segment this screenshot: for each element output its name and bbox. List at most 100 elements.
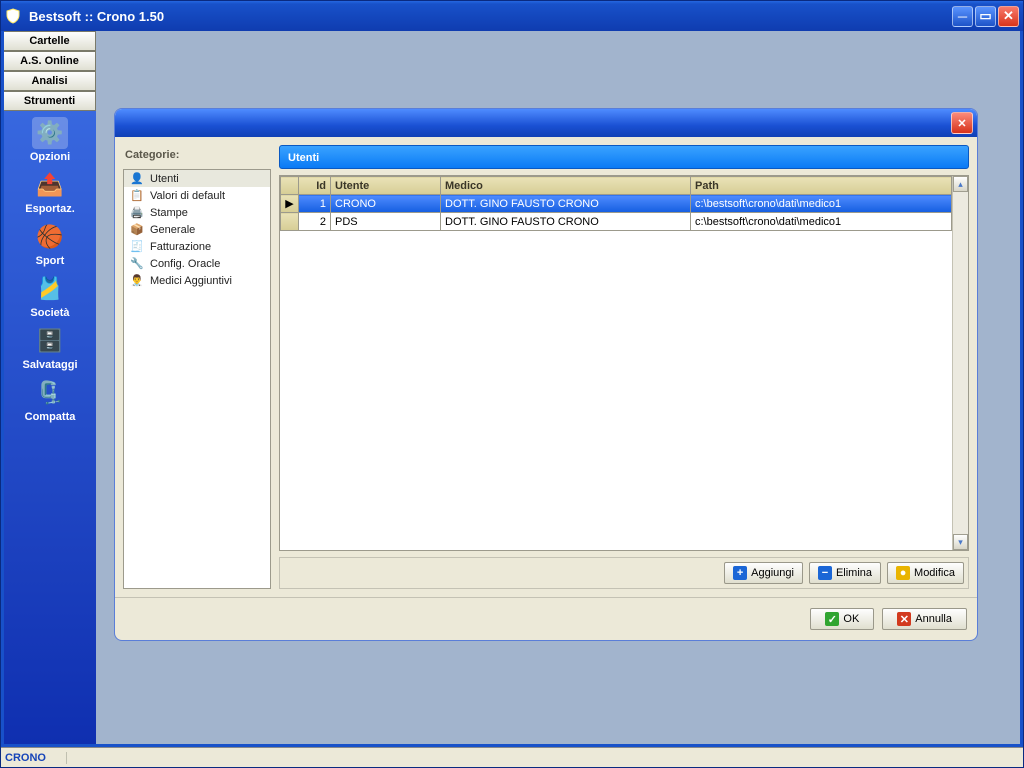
- salvataggi-icon: 🗄️: [32, 325, 68, 357]
- cell-path: c:\bestsoft\crono\dati\medico1: [691, 213, 952, 231]
- dialog-close-button[interactable]: ✕: [951, 112, 973, 134]
- sidebar-tab-analisi[interactable]: Analisi: [4, 71, 96, 91]
- esportaz--icon: 📤: [32, 169, 68, 201]
- sidebar-tool-label: Opzioni: [10, 151, 90, 163]
- category-label: Stampe: [150, 207, 188, 219]
- delete-button-label: Elimina: [836, 567, 872, 579]
- cell-medico: DOTT. GINO FAUSTO CRONO: [441, 195, 691, 213]
- grid-header-utente[interactable]: Utente: [331, 177, 441, 195]
- sidebar-tool-esportaz-[interactable]: 📤 Esportaz.: [10, 169, 90, 215]
- grid-header-path[interactable]: Path: [691, 177, 952, 195]
- sidebar-tool-label: Esportaz.: [10, 203, 90, 215]
- titlebar[interactable]: Bestsoft :: Crono 1.50 ─ ▭ ✕: [1, 1, 1023, 31]
- cross-icon: ✕: [897, 612, 911, 626]
- sidebar: CartelleA.S. OnlineAnalisiStrumenti ⚙️ Op…: [4, 31, 96, 744]
- pencil-icon: ●: [896, 566, 910, 580]
- minus-icon: −: [818, 566, 832, 580]
- grid-actions: + Aggiungi − Elimina ● Modifica: [279, 557, 969, 589]
- app-window: Bestsoft :: Crono 1.50 ─ ▭ ✕ CartelleA.S…: [0, 0, 1024, 768]
- category-item-medici-aggiuntivi[interactable]: 👨‍⚕️ Medici Aggiuntivi: [124, 272, 270, 289]
- sidebar-tool-sport[interactable]: 🏀 Sport: [10, 221, 90, 267]
- sidebar-tool-salvataggi[interactable]: 🗄️ Salvataggi: [10, 325, 90, 371]
- grid-header-medico[interactable]: Medico: [441, 177, 691, 195]
- cancel-button[interactable]: ✕ Annulla: [882, 608, 967, 630]
- grid-header-id[interactable]: Id: [299, 177, 331, 195]
- close-button[interactable]: ✕: [998, 6, 1019, 27]
- societ--icon: 🎽: [32, 273, 68, 305]
- category-icon: 👤: [130, 172, 144, 185]
- category-label: Config. Oracle: [150, 258, 220, 270]
- row-marker: [281, 213, 299, 231]
- ok-button-label: OK: [843, 613, 859, 625]
- categories-panel: Categorie: 👤 Utenti 📋 Valori di default 🖨️ St…: [123, 145, 271, 589]
- compatta-icon: 🗜️: [32, 377, 68, 409]
- sidebar-tool-label: Società: [10, 307, 90, 319]
- category-item-config-oracle[interactable]: 🔧 Config. Oracle: [124, 255, 270, 272]
- sidebar-tool-label: Sport: [10, 255, 90, 267]
- scroll-up-button[interactable]: ▴: [953, 176, 968, 192]
- statusbar: CRONO: [1, 747, 1023, 767]
- cell-path: c:\bestsoft\crono\dati\medico1: [691, 195, 952, 213]
- cell-id: 2: [299, 213, 331, 231]
- dialog-titlebar[interactable]: ✕: [115, 109, 977, 137]
- grid-scrollbar[interactable]: ▴ ▾: [952, 176, 968, 550]
- add-button[interactable]: + Aggiungi: [724, 562, 803, 584]
- check-icon: ✓: [825, 612, 839, 626]
- minimize-button[interactable]: ─: [952, 6, 973, 27]
- app-icon: [5, 8, 21, 24]
- category-item-fatturazione[interactable]: 🧾 Fatturazione: [124, 238, 270, 255]
- opzioni-icon: ⚙️: [32, 117, 68, 149]
- category-icon: 🧾: [130, 240, 144, 253]
- category-item-stampe[interactable]: 🖨️ Stampe: [124, 204, 270, 221]
- edit-button-label: Modifica: [914, 567, 955, 579]
- sidebar-tool-compatta[interactable]: 🗜️ Compatta: [10, 377, 90, 423]
- category-label: Medici Aggiuntivi: [150, 275, 232, 287]
- edit-button[interactable]: ● Modifica: [887, 562, 964, 584]
- maximize-button[interactable]: ▭: [975, 6, 996, 27]
- cancel-button-label: Annulla: [915, 613, 952, 625]
- category-item-generale[interactable]: 📦 Generale: [124, 221, 270, 238]
- window-title: Bestsoft :: Crono 1.50: [27, 9, 946, 24]
- category-label: Generale: [150, 224, 195, 236]
- category-icon: 📦: [130, 223, 144, 236]
- sport-icon: 🏀: [32, 221, 68, 253]
- categories-list[interactable]: 👤 Utenti 📋 Valori di default 🖨️ Stampe 📦 Genera…: [123, 169, 271, 589]
- cell-utente: CRONO: [331, 195, 441, 213]
- sidebar-tab-strumenti[interactable]: Strumenti: [4, 91, 96, 111]
- panel-title: Utenti: [279, 145, 969, 169]
- window-caption-buttons: ─ ▭ ✕: [952, 6, 1019, 27]
- category-label: Fatturazione: [150, 241, 211, 253]
- options-dialog: ✕ Categorie: 👤 Utenti 📋 Valori di default 🖨️…: [114, 108, 978, 641]
- grid-marker-header[interactable]: [281, 177, 299, 195]
- cell-utente: PDS: [331, 213, 441, 231]
- category-icon: 🖨️: [130, 206, 144, 219]
- scroll-down-button[interactable]: ▾: [953, 534, 968, 550]
- delete-button[interactable]: − Elimina: [809, 562, 881, 584]
- add-button-label: Aggiungi: [751, 567, 794, 579]
- row-marker: ▶: [281, 195, 299, 213]
- sidebar-tool-societ-[interactable]: 🎽 Società: [10, 273, 90, 319]
- cell-medico: DOTT. GINO FAUSTO CRONO: [441, 213, 691, 231]
- sidebar-tab-cartelle[interactable]: Cartelle: [4, 31, 96, 51]
- table-row[interactable]: 2PDSDOTT. GINO FAUSTO CRONOc:\bestsoft\c…: [281, 213, 952, 231]
- ok-button[interactable]: ✓ OK: [810, 608, 874, 630]
- status-user: CRONO: [5, 752, 67, 764]
- category-label: Utenti: [150, 173, 179, 185]
- category-item-valori-di-default[interactable]: 📋 Valori di default: [124, 187, 270, 204]
- dialog-footer: ✓ OK ✕ Annulla: [115, 597, 977, 640]
- sidebar-tool-label: Salvataggi: [10, 359, 90, 371]
- plus-icon: +: [733, 566, 747, 580]
- cell-id: 1: [299, 195, 331, 213]
- table-row[interactable]: ▶1CRONODOTT. GINO FAUSTO CRONOc:\bestsof…: [281, 195, 952, 213]
- category-icon: 👨‍⚕️: [130, 274, 144, 287]
- category-label: Valori di default: [150, 190, 225, 202]
- category-item-utenti[interactable]: 👤 Utenti: [124, 170, 270, 187]
- sidebar-tab-a-s-online[interactable]: A.S. Online: [4, 51, 96, 71]
- users-grid: Id Utente Medico Path ▶1CRONODOTT. GINO …: [279, 175, 969, 551]
- category-icon: 📋: [130, 189, 144, 202]
- sidebar-tool-label: Compatta: [10, 411, 90, 423]
- categories-heading: Categorie:: [123, 145, 271, 169]
- category-icon: 🔧: [130, 257, 144, 270]
- client-area: CartelleA.S. OnlineAnalisiStrumenti ⚙️ Op…: [1, 31, 1023, 747]
- sidebar-tool-opzioni[interactable]: ⚙️ Opzioni: [10, 117, 90, 163]
